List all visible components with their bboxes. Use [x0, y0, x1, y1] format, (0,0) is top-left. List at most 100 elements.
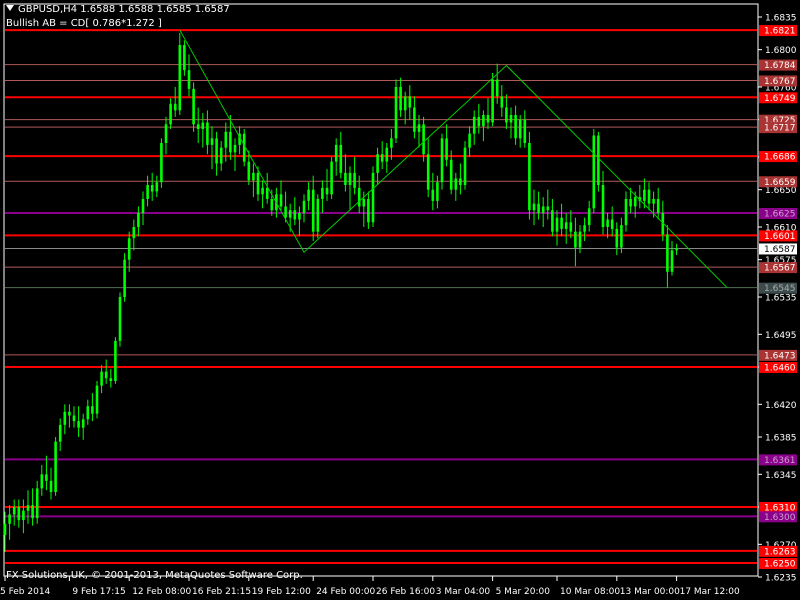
candle-body: [656, 199, 660, 213]
level-price-label: 1.6821: [764, 27, 796, 37]
candle-body: [583, 225, 586, 232]
candle-body: [173, 103, 177, 111]
candle-body: [114, 340, 117, 381]
candle-body: [666, 234, 669, 272]
candle-body: [81, 419, 85, 428]
candle-body: [633, 197, 637, 207]
candle-body: [344, 172, 347, 185]
price-tick-label: 1.6420: [765, 401, 797, 411]
candle-body: [546, 206, 550, 211]
candle-body: [206, 122, 209, 145]
candle-body: [77, 421, 80, 428]
candle-body: [192, 88, 195, 125]
level-lines: [5, 29, 757, 564]
price-tick-label: 1.6385: [765, 434, 797, 444]
time-tick-label: 19 Feb 12:00: [252, 587, 311, 597]
candle-body: [169, 103, 172, 125]
candle-body: [491, 79, 494, 123]
price-tick-label: 1.6535: [765, 294, 797, 304]
candle-body: [178, 45, 182, 111]
candle-body: [183, 45, 186, 71]
time-tick-label: 13 Mar 00:00: [620, 587, 680, 597]
candle-body: [610, 219, 614, 229]
candle-body: [385, 147, 389, 162]
abcd-pattern-line: [179, 29, 728, 289]
candle-body: [417, 124, 421, 132]
candle-body: [606, 219, 609, 227]
candle-body: [22, 510, 25, 521]
candle-body: [486, 115, 490, 123]
candle-body: [537, 203, 540, 213]
candle-body: [394, 87, 398, 139]
level-price-label: 1.6473: [764, 351, 796, 361]
candle-body: [353, 172, 356, 188]
candle-body: [104, 371, 108, 379]
candle-body: [265, 187, 269, 199]
price-chart[interactable]: 1.68351.68001.67601.67251.66851.66501.66…: [0, 0, 800, 600]
candle-body: [155, 182, 159, 192]
candle-body: [652, 199, 655, 204]
time-tick-label: 3 Mar 04:00: [436, 587, 491, 597]
candle-body: [334, 144, 338, 162]
level-price-label: 1.6545: [764, 284, 796, 294]
candle-body: [399, 87, 402, 111]
time-tick-label: 16 Feb 21:15: [192, 587, 251, 597]
level-price-label: 1.6659: [764, 178, 796, 188]
candle-body: [436, 182, 439, 201]
candle-body: [316, 199, 320, 232]
candle-body: [362, 199, 366, 207]
candle-body: [523, 119, 527, 143]
price-tick-label: 1.6235: [765, 574, 797, 584]
candle-body: [518, 119, 522, 139]
candle-body: [215, 138, 218, 164]
candle-body: [472, 116, 476, 134]
level-price-label: 1.6300: [764, 513, 796, 523]
level-price-label: 1.6625: [764, 210, 796, 220]
candle-body: [440, 138, 444, 183]
candle-body: [541, 206, 545, 213]
candle-body: [72, 415, 76, 422]
candle-body: [431, 189, 435, 201]
candle-body: [132, 227, 136, 239]
candle-body: [495, 79, 499, 97]
candle-body: [261, 187, 264, 195]
candle-body: [482, 115, 485, 127]
candle-body: [210, 138, 214, 145]
candle-body: [403, 96, 407, 111]
time-tick-label: 5 Feb 2014: [0, 587, 51, 597]
candle-body: [514, 115, 517, 139]
price-tick-label: 1.6345: [765, 471, 797, 481]
candle-body: [505, 107, 508, 123]
candle-body: [330, 161, 333, 195]
candle-body: [620, 225, 623, 248]
candle-body: [298, 213, 301, 220]
candle-body: [40, 474, 44, 489]
candle-body: [459, 178, 462, 185]
candle-body: [569, 222, 573, 232]
candle-body: [12, 507, 16, 515]
candle-body: [468, 133, 471, 148]
candle-body: [528, 143, 531, 211]
candle-body: [35, 488, 39, 519]
candle-body: [624, 199, 628, 226]
abcd-pattern: [179, 29, 728, 289]
level-price-label: 1.6717: [764, 124, 796, 134]
candle-body: [367, 199, 370, 223]
candle-body: [592, 135, 596, 209]
candle-body: [339, 144, 343, 173]
level-price-label: 1.6686: [764, 153, 796, 163]
candle-body: [31, 505, 34, 519]
candle-body: [45, 474, 48, 481]
candle-body: [91, 406, 94, 414]
candle-body: [426, 154, 430, 190]
candle-body: [229, 131, 232, 153]
candle-body: [219, 147, 223, 164]
candle-body: [445, 138, 448, 160]
candle-body: [509, 115, 513, 123]
candle-body: [224, 131, 228, 148]
candle-body: [293, 210, 297, 220]
candle-body: [560, 217, 563, 229]
candle-body: [196, 124, 200, 129]
candle-body: [160, 143, 163, 183]
level-price-label: 1.6567: [764, 264, 796, 274]
